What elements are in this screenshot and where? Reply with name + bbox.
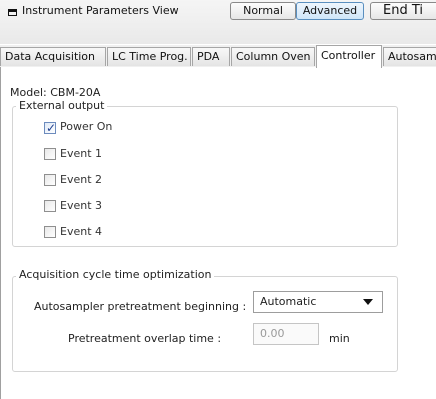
event-2-checkbox[interactable]: [44, 174, 56, 186]
pretreatment-overlap-label: Pretreatment overlap time :: [68, 332, 222, 345]
event-2-label: Event 2: [60, 173, 103, 186]
power-on-label: Power On: [60, 120, 113, 133]
model-label: Model: CBM-20A: [10, 86, 101, 99]
checkmark-icon: ✓: [46, 121, 57, 135]
acquisition-cycle-legend: Acquisition cycle time optimization: [16, 268, 215, 281]
tab-column-oven[interactable]: Column Oven: [231, 47, 315, 66]
end-time-button[interactable]: End Ti: [370, 2, 436, 20]
window-title: Instrument Parameters View: [22, 4, 179, 17]
event-4-label: Event 4: [60, 225, 103, 238]
event-1-checkbox[interactable]: [44, 148, 56, 160]
event-3-checkbox[interactable]: [44, 200, 56, 212]
event-4-checkbox[interactable]: [44, 226, 56, 238]
external-output-legend: External output: [16, 99, 108, 112]
tab-pda[interactable]: PDA: [192, 47, 230, 66]
window-icon: [8, 9, 17, 16]
event-3-label: Event 3: [60, 199, 103, 212]
window-titlebar: Instrument Parameters View Normal Advanc…: [0, 0, 436, 44]
advanced-mode-button[interactable]: Advanced: [296, 2, 364, 20]
tab-lc-time-prog[interactable]: LC Time Prog.: [107, 47, 191, 66]
tab-data-acquisition[interactable]: Data Acquisition: [0, 47, 106, 66]
tab-autosampler[interactable]: Autosamp: [383, 47, 436, 66]
normal-mode-button[interactable]: Normal: [230, 2, 296, 20]
autosampler-pretreatment-label: Autosampler pretreatment beginning :: [34, 300, 247, 313]
tab-bar: Data Acquisition LC Time Prog. PDA Colum…: [0, 45, 436, 68]
overlap-unit-label: min: [329, 332, 350, 345]
pretreatment-overlap-input[interactable]: 0.00: [253, 323, 319, 345]
event-1-label: Event 1: [60, 147, 103, 160]
dropdown-arrow-icon[interactable]: [363, 299, 373, 305]
checkbox-box[interactable]: ✓: [44, 122, 56, 134]
tab-controller[interactable]: Controller: [316, 45, 382, 68]
